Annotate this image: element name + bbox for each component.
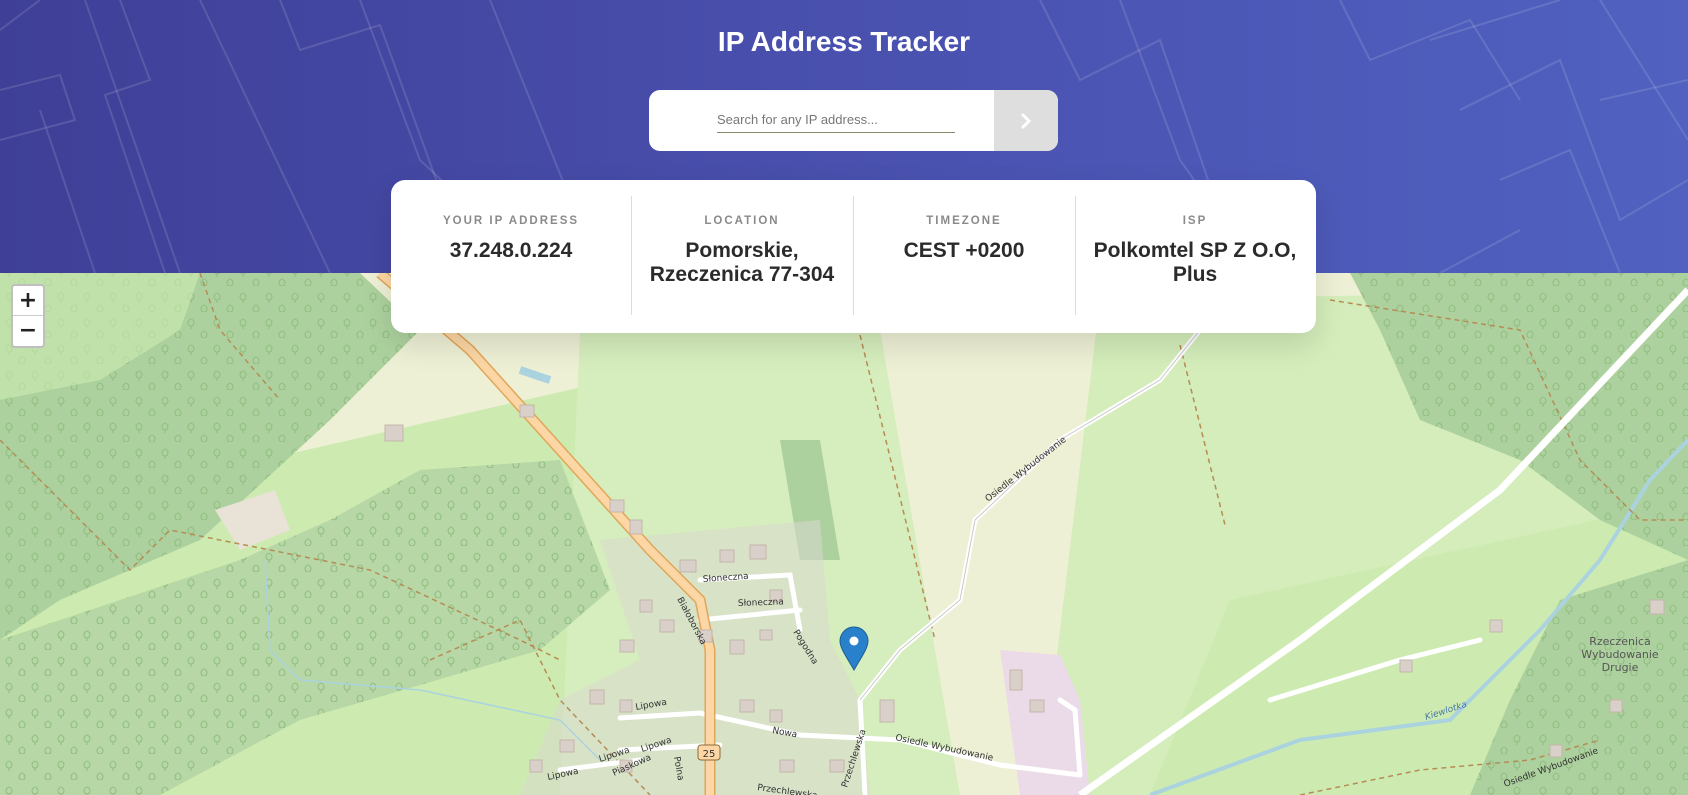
ip-info-card: YOUR IP ADDRESS 37.248.0.224 LOCATION Po… (391, 180, 1316, 333)
info-value: CEST +0200 (903, 239, 1025, 262)
info-value: 37.248.0.224 (449, 239, 573, 262)
info-label: TIMEZONE (926, 215, 1002, 227)
info-value: Pomorskie, Rzeczenica 77-304 (649, 239, 835, 286)
place-label: Rzeczenica (1589, 635, 1651, 648)
place-label: Wybudowanie (1581, 648, 1659, 661)
zoom-in-button[interactable]: + (13, 286, 43, 316)
info-isp: ISP Polkomtel SP Z O.O, Plus (1075, 180, 1315, 333)
info-label: LOCATION (704, 215, 780, 227)
map-zoom-control: + − (11, 284, 45, 348)
divider (853, 196, 854, 315)
info-label: ISP (1182, 215, 1208, 227)
search-submit-button[interactable] (994, 90, 1058, 151)
zoom-out-button[interactable]: − (13, 316, 43, 346)
street-label: Słoneczna (738, 597, 784, 609)
search-bar (649, 90, 1058, 151)
divider (1075, 196, 1076, 315)
info-value: Polkomtel SP Z O.O, Plus (1093, 239, 1297, 286)
ip-search-input[interactable] (717, 106, 955, 133)
road-number-label: 25 (703, 749, 716, 760)
divider (631, 196, 632, 315)
info-timezone: TIMEZONE CEST +0200 (853, 180, 1075, 333)
page-title: IP Address Tracker (717, 26, 971, 57)
info-ip-address: YOUR IP ADDRESS 37.248.0.224 (391, 180, 631, 333)
chevron-right-icon (1020, 112, 1032, 129)
place-label: Drugie (1602, 661, 1639, 674)
info-label: YOUR IP ADDRESS (442, 215, 580, 227)
map-view[interactable]: 25 Słoneczna Słoneczna Białoborska Pogod… (0, 273, 1688, 795)
info-location: LOCATION Pomorskie, Rzeczenica 77-304 (631, 180, 853, 333)
